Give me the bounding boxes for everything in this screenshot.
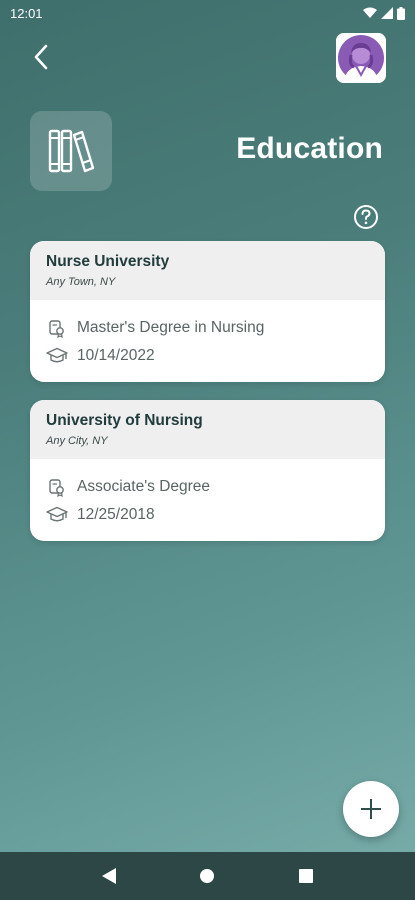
- school-name: University of Nursing: [46, 412, 203, 429]
- books-icon: [48, 129, 95, 173]
- status-time: 12:01: [10, 5, 43, 21]
- home-circle-icon: [200, 869, 215, 883]
- back-button[interactable]: [24, 40, 58, 74]
- status-icons: [363, 6, 405, 20]
- education-card[interactable]: Nurse University Any Town, NY Master's D…: [30, 241, 385, 382]
- degree-row: Associate's Degree: [46, 473, 369, 501]
- page-title: Education: [236, 132, 383, 165]
- degree-row: Master's Degree in Nursing: [46, 314, 369, 342]
- plus-icon: [361, 799, 381, 819]
- add-education-button[interactable]: [343, 781, 399, 837]
- question-circle-icon: [354, 205, 378, 229]
- graduation-cap-icon: [46, 345, 68, 367]
- status-bar: 12:01: [0, 0, 415, 26]
- card-header: Nurse University Any Town, NY: [30, 241, 385, 300]
- diploma-icon: [46, 476, 68, 498]
- diploma-icon: [46, 317, 68, 339]
- nav-back-button[interactable]: [89, 856, 129, 896]
- degree-text: Associate's Degree: [77, 478, 211, 495]
- nurse-avatar-icon: [336, 33, 386, 83]
- card-header: University of Nursing Any City, NY: [30, 400, 385, 459]
- back-triangle-icon: [102, 868, 117, 884]
- graduation-cap-icon: [46, 504, 68, 526]
- school-location: Any Town, NY: [46, 276, 116, 288]
- date-row: 12/25/2018: [46, 501, 369, 529]
- degree-text: Master's Degree in Nursing: [77, 319, 265, 336]
- section-icon-tile: [30, 111, 112, 191]
- graduation-date: 10/14/2022: [77, 347, 155, 364]
- date-row: 10/14/2022: [46, 342, 369, 370]
- education-card[interactable]: University of Nursing Any City, NY Assoc…: [30, 400, 385, 541]
- signal-icon: [381, 7, 393, 19]
- chevron-left-icon: [34, 44, 48, 70]
- help-button[interactable]: [353, 204, 379, 230]
- avatar[interactable]: [336, 33, 386, 83]
- school-name: Nurse University: [46, 253, 170, 270]
- card-body: Associate's Degree 12/25/2018: [30, 459, 385, 541]
- wifi-icon: [363, 7, 377, 18]
- recents-square-icon: [298, 869, 313, 883]
- school-location: Any City, NY: [46, 435, 108, 447]
- card-body: Master's Degree in Nursing 10/14/2022: [30, 300, 385, 382]
- graduation-date: 12/25/2018: [77, 506, 155, 523]
- nav-recents-button[interactable]: [286, 856, 326, 896]
- battery-icon: [397, 6, 405, 20]
- nav-home-button[interactable]: [187, 856, 227, 896]
- navigation-bar: [0, 852, 415, 900]
